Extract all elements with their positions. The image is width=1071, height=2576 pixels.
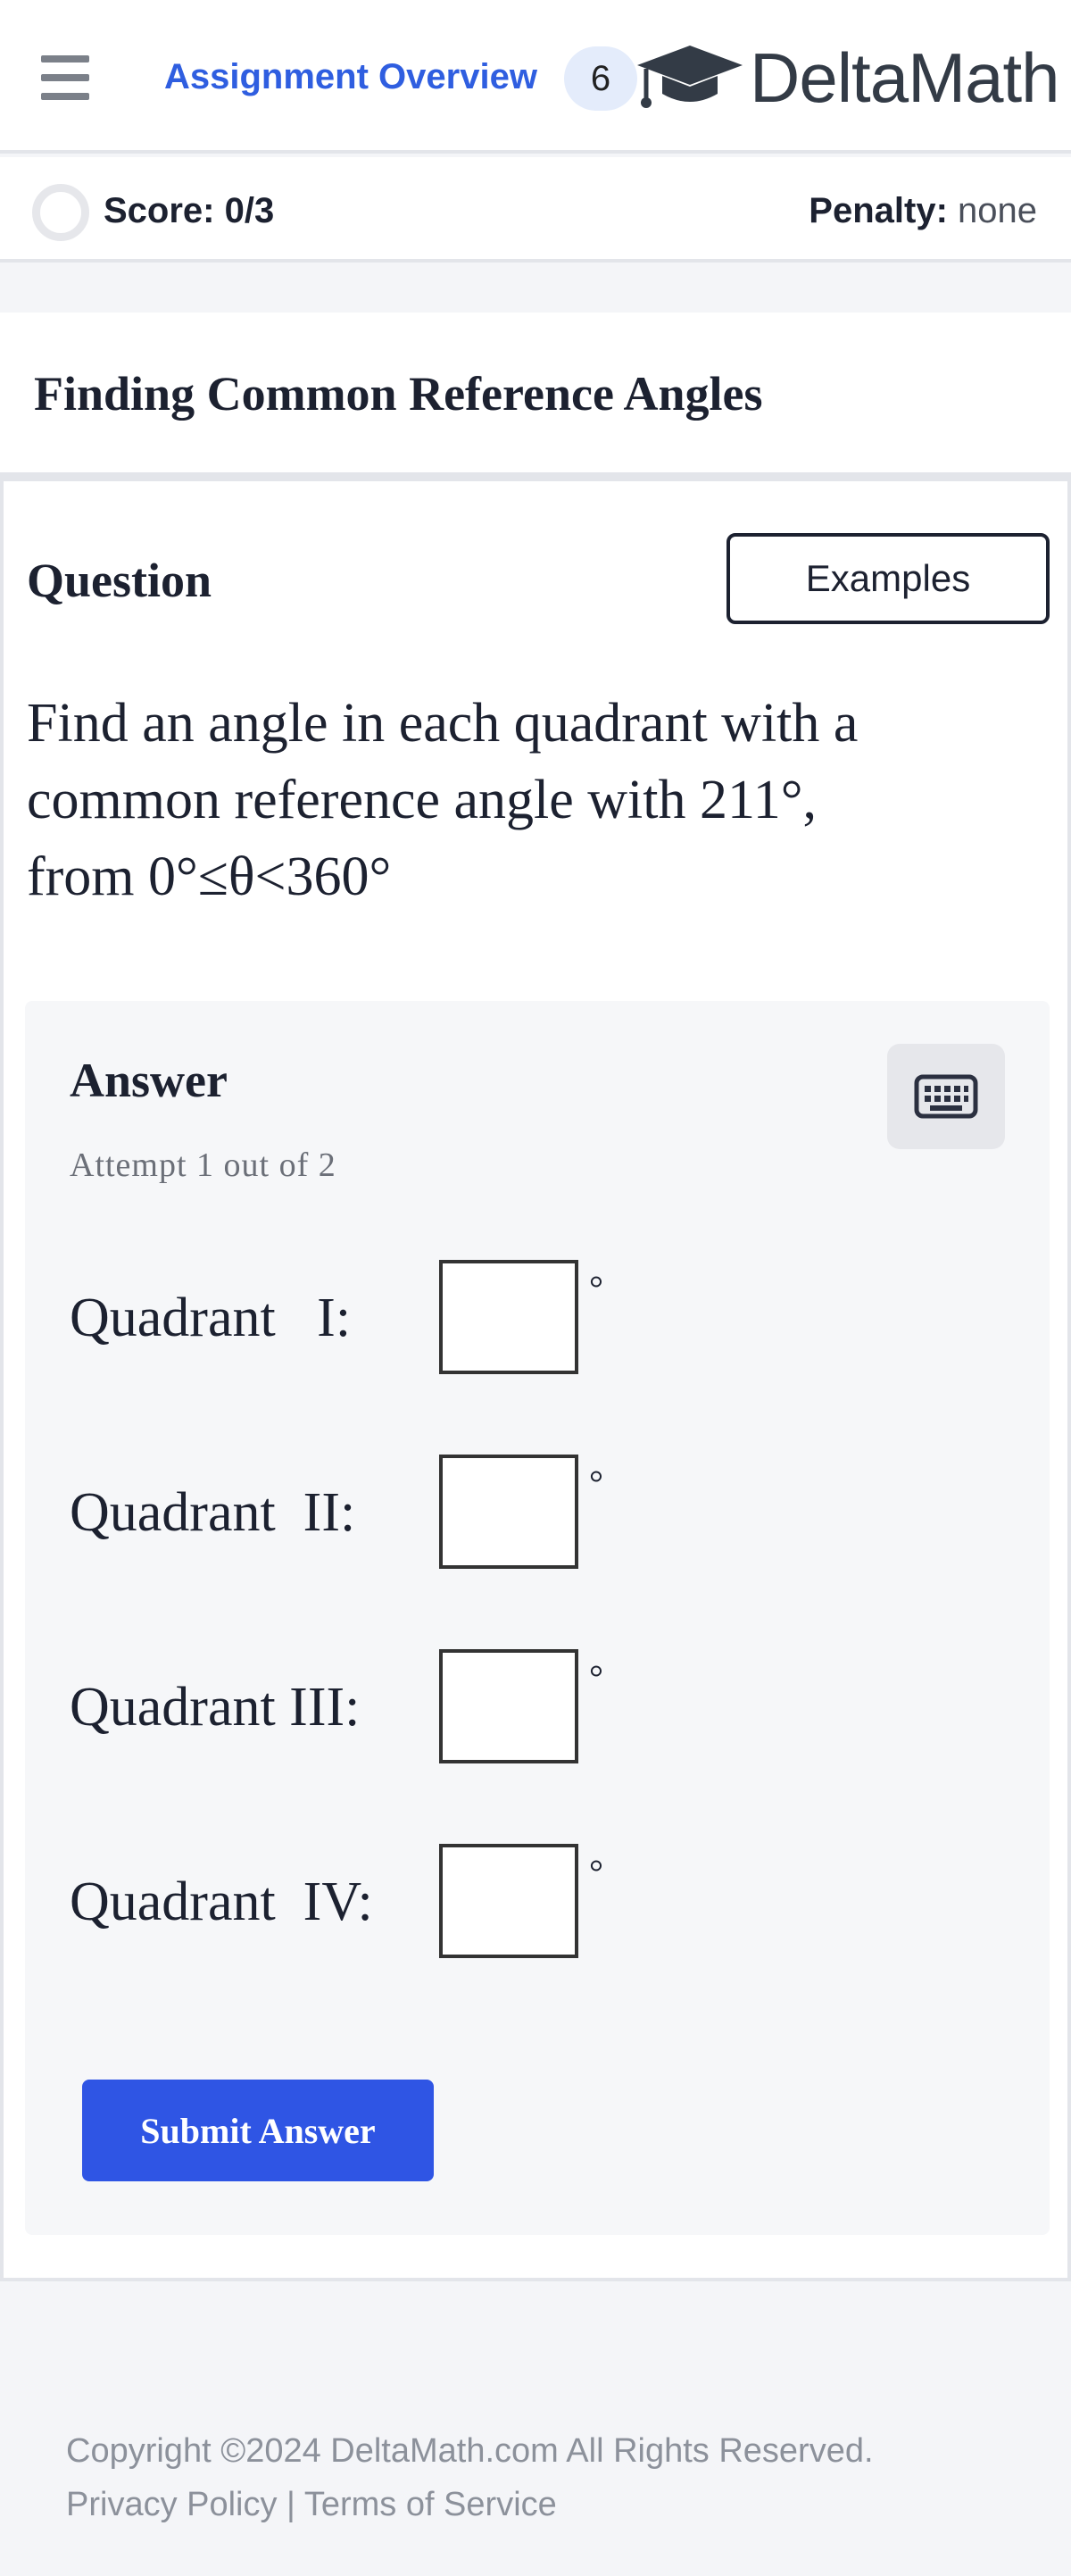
deltamath-logo: DeltaMath [635,36,1059,120]
top-header: Assignment Overview 6 DeltaMath [0,0,1071,154]
footer: Copyright ©2024 DeltaMath.com All Rights… [66,2424,874,2531]
question-heading: Question [27,554,212,607]
quadrant-2-label: Quadrant II: [70,1482,356,1543]
score-bar: Score: 0/3 Penalty: none [0,157,1071,263]
footer-separator: | [277,2486,304,2523]
keyboard-icon [914,1074,978,1119]
question-card: Question Examples Find an angle in each … [0,478,1071,2281]
problem-title: Finding Common Reference Angles [34,367,763,421]
graduation-cap-icon [637,46,743,108]
logo-wordmark: DeltaMath [750,38,1059,117]
examples-button[interactable]: Examples [726,533,1050,624]
quadrant-4-input[interactable] [439,1844,578,1958]
penalty-info: Penalty: none [809,191,1037,231]
quadrant-1-input[interactable] [439,1260,578,1374]
penalty-value: none [958,191,1037,230]
degree-symbol: ° [589,1852,603,1892]
score-text: Score: 0/3 [104,191,275,230]
problem-title-area: Finding Common Reference Angles [0,313,1071,478]
degree-symbol: ° [589,1268,603,1308]
privacy-policy-link[interactable]: Privacy Policy [66,2486,278,2523]
degree-symbol: ° [589,1657,603,1697]
question-text-line: Find an angle in each quadrant with a [27,693,859,754]
keyboard-toggle-button[interactable] [887,1044,1005,1149]
question-text: Find an angle in each quadrant with a co… [27,685,1044,915]
submit-answer-button[interactable]: Submit Answer [82,2080,434,2181]
answer-heading: Answer [70,1054,228,1107]
question-text-line: from 0°≤θ<360° [27,846,392,907]
quadrant-3-input[interactable] [439,1649,578,1763]
attempt-counter: Attempt 1 out of 2 [70,1146,336,1184]
assignment-count-badge: 6 [564,46,637,111]
assignment-overview-link[interactable]: Assignment Overview [164,57,537,97]
score-progress-ring-icon [32,184,89,241]
degree-symbol: ° [589,1463,603,1503]
penalty-label: Penalty: [809,191,948,230]
quadrant-4-label: Quadrant IV: [70,1872,373,1932]
copyright-text: Copyright ©2024 DeltaMath.com All Rights… [66,2432,874,2470]
question-text-line: common reference angle with 211°, [27,770,817,830]
quadrant-2-input[interactable] [439,1455,578,1569]
answer-panel: Answer Attempt 1 out of 2 Quadrant I: ° … [25,1001,1050,2235]
terms-of-service-link[interactable]: Terms of Service [304,2486,557,2523]
footer-links: Privacy Policy | Terms of Service [66,2478,874,2531]
quadrant-3-label: Quadrant III: [70,1677,361,1738]
quadrant-1-label: Quadrant I: [70,1288,352,1348]
hamburger-menu-icon[interactable] [41,55,89,100]
